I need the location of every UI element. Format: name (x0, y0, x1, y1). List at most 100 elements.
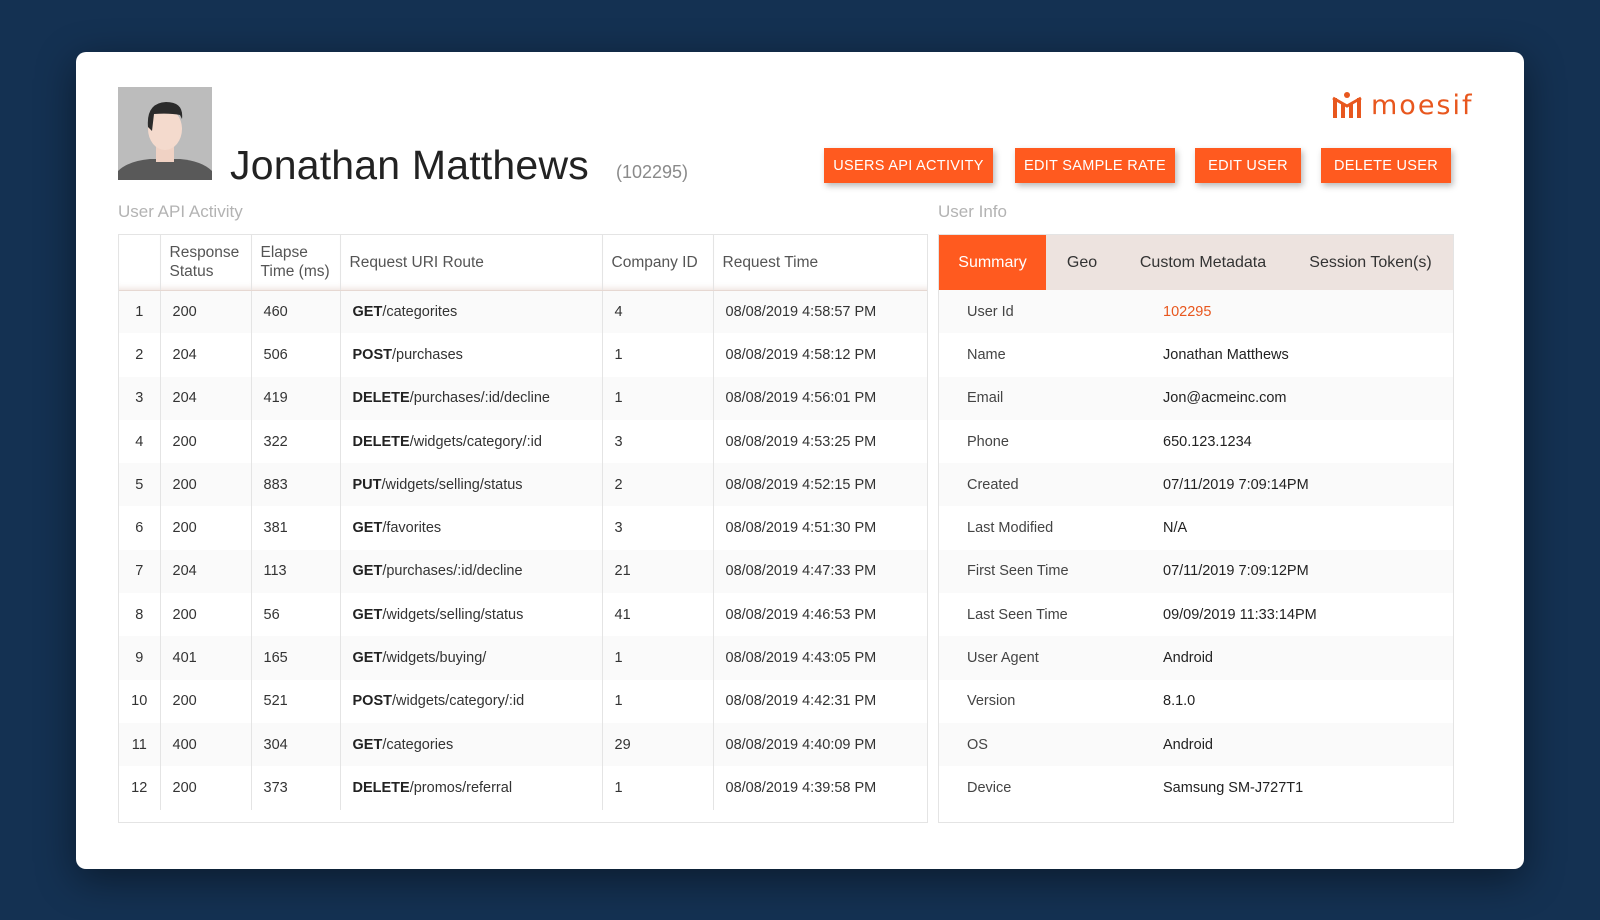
request-time-cell: 08/08/2019 4:51:30 PM (713, 506, 927, 550)
response-status-cell: 200 (160, 419, 252, 464)
delete-user-button[interactable]: DELETE USER (1321, 148, 1451, 183)
response-status-cell: 200 (160, 593, 252, 637)
tab-geo[interactable]: Geo (1046, 235, 1118, 290)
company-id-cell: 21 (602, 549, 714, 594)
table-row[interactable]: 10 200 521 POST/widgets/category/:id 1 08/08/… (119, 679, 927, 723)
elapse-time-cell: 521 (251, 679, 341, 723)
route-cell: GET/purchases/:id/decline (340, 549, 603, 594)
table-row[interactable]: 5 200 883 PUT/widgets/selling/status 2 08/08/… (119, 463, 927, 507)
http-method: GET (352, 520, 383, 537)
info-value: 07/11/2019 7:09:14PM (1163, 476, 1309, 493)
row-index: 7 (119, 549, 161, 594)
request-time-cell: 08/08/2019 4:43:05 PM (713, 636, 927, 680)
api-activity-table: Response Status Elapse Time (ms) Request… (118, 234, 928, 823)
avatar (118, 87, 212, 180)
http-method: POST (352, 693, 392, 710)
users-api-activity-button[interactable]: USERS API ACTIVITY (824, 148, 993, 183)
info-value: 8.1.0 (1163, 693, 1196, 710)
elapse-time-cell: 165 (251, 636, 341, 680)
info-row: User Agent Android (939, 636, 1453, 680)
response-status-cell: 200 (160, 679, 252, 723)
route-path: /promos/referral (409, 779, 513, 796)
column-header-company-id[interactable]: Company ID (602, 235, 714, 291)
company-id-cell: 1 (602, 679, 714, 723)
request-time-cell: 08/08/2019 4:58:12 PM (713, 333, 927, 377)
elapse-time-cell: 373 (251, 766, 341, 810)
company-id-cell: 4 (602, 290, 714, 334)
table-row[interactable]: 3 204 419 DELETE/purchases/:id/decline 1 08/0… (119, 376, 927, 420)
route-path: /favorites (382, 520, 442, 537)
elapse-time-cell: 304 (251, 722, 341, 767)
http-method: PUT (352, 476, 382, 493)
response-status-cell: 200 (160, 290, 252, 334)
column-header-route[interactable]: Request URI Route (340, 235, 603, 291)
edit-user-button[interactable]: EDIT USER (1195, 148, 1301, 183)
row-index: 6 (119, 506, 161, 550)
route-path: /categorites (382, 303, 458, 320)
info-row: OS Android (939, 722, 1453, 767)
activity-section-title: User API Activity (118, 202, 243, 221)
request-time-cell: 08/08/2019 4:42:31 PM (713, 679, 927, 723)
route-path: /widgets/selling/status (381, 476, 523, 493)
response-status-cell: 204 (160, 376, 252, 420)
row-index: 8 (119, 593, 161, 637)
table-header-row: Response Status Elapse Time (ms) Request… (119, 235, 927, 291)
route-cell: POST/widgets/category/:id (340, 679, 603, 723)
info-row: First Seen Time 07/11/2019 7:09:12PM (939, 549, 1453, 594)
request-time-cell: 08/08/2019 4:53:25 PM (713, 419, 927, 464)
table-row[interactable]: 1 200 460 GET/categorites 4 08/08/2019 4:58:5… (119, 290, 927, 334)
moesif-logo-icon (1332, 92, 1362, 118)
request-time-cell: 08/08/2019 4:58:57 PM (713, 290, 927, 334)
table-row[interactable]: 4 200 322 DELETE/widgets/category/:id 3 08/08… (119, 419, 927, 464)
column-header-elapse-time[interactable]: Elapse Time (ms) (251, 235, 341, 291)
response-status-cell: 200 (160, 463, 252, 507)
info-value[interactable]: 102295 (1163, 304, 1211, 320)
info-value: Jon@acmeinc.com (1163, 390, 1287, 407)
info-row: Last Seen Time 09/09/2019 11:33:14PM (939, 593, 1453, 637)
table-row[interactable]: 9 401 165 GET/widgets/buying/1 08/08/2019 4:… (119, 636, 927, 680)
http-method: GET (352, 563, 383, 580)
info-row: User Id 102295 (939, 290, 1453, 334)
column-header-request-time[interactable]: Request Time (713, 235, 927, 291)
table-row[interactable]: 11 400 304 GET/categories 29 08/08/2019 4:40:… (119, 722, 927, 767)
company-id-cell: 1 (602, 766, 714, 810)
route-path: /widgets/category/:id (409, 433, 542, 450)
table-row[interactable]: 7 204 113 GET/purchases/:id/decline 21 08/08/… (119, 549, 927, 594)
row-index: 12 (119, 766, 161, 810)
tab-summary[interactable]: Summary (939, 235, 1046, 290)
route-cell: GET/widgets/selling/status (340, 593, 603, 637)
table-row[interactable]: 8 200 56 GET/widgets/selling/status 41 08/08/… (119, 593, 927, 637)
info-value: Samsung SM-J727T1 (1163, 779, 1304, 796)
table-row[interactable]: 12 200 373 DELETE/promos/referral 1 08/08/201… (119, 766, 927, 810)
info-row: Device Samsung SM-J727T1 (939, 766, 1453, 810)
info-row: Email Jon@acmeinc.com (939, 376, 1453, 420)
info-label: Phone (967, 433, 1009, 450)
response-status-cell: 401 (160, 636, 252, 680)
http-method: DELETE (352, 433, 410, 450)
company-id-cell: 29 (602, 722, 714, 767)
route-path: /widgets/buying/ (382, 650, 487, 667)
column-header-index (119, 235, 161, 291)
route-cell: DELETE/widgets/category/:id (340, 419, 603, 464)
http-method: GET (352, 650, 383, 667)
company-id-cell: 1 (602, 333, 714, 377)
route-cell: PUT/widgets/selling/status (340, 463, 603, 507)
request-time-cell: 08/08/2019 4:46:53 PM (713, 593, 927, 637)
info-row: Name Jonathan Matthews (939, 333, 1453, 377)
info-row: Version 8.1.0 (939, 679, 1453, 723)
edit-sample-rate-button[interactable]: EDIT SAMPLE RATE (1015, 148, 1175, 183)
tab-session-tokens[interactable]: Session Token(s) (1288, 235, 1453, 290)
table-row[interactable]: 2 204 506 POST/purchases 1 08/08/2019 4:58:12… (119, 333, 927, 377)
info-label: Version (967, 693, 1016, 710)
tab-custom-metadata[interactable]: Custom Metadata (1118, 235, 1288, 290)
table-row[interactable]: 6 200 381 GET/favorites 3 08/08/2019 4:51:30 … (119, 506, 927, 550)
company-id-cell: 41 (602, 593, 714, 637)
company-id-cell: 2 (602, 463, 714, 507)
route-path: /purchases/:id/decline (409, 390, 550, 407)
http-method: GET (352, 736, 383, 753)
info-value: Android (1163, 736, 1213, 753)
request-time-cell: 08/08/2019 4:40:09 PM (713, 722, 927, 767)
info-label: First Seen Time (967, 563, 1069, 580)
column-header-response-status[interactable]: Response Status (160, 235, 252, 291)
avatar-person-icon (118, 87, 212, 180)
